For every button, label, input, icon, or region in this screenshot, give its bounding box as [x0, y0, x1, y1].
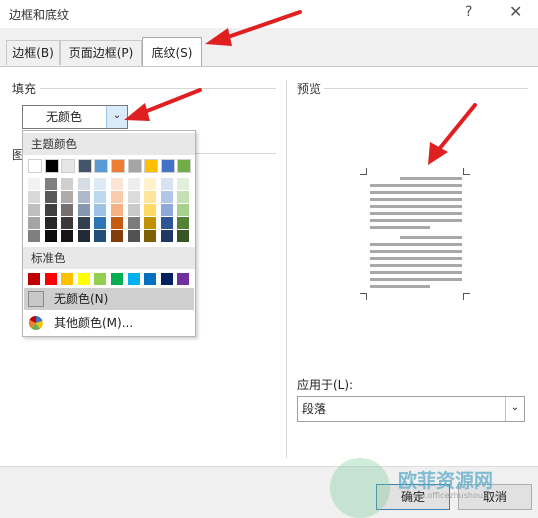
arrow-head — [124, 103, 150, 121]
arrow-head — [428, 142, 448, 165]
arrow-head — [205, 28, 232, 46]
arrow-to-shading-tab — [223, 10, 302, 40]
annotation-overlay — [124, 10, 477, 165]
arrow-to-preview — [438, 103, 477, 150]
arrow-to-dropdown — [140, 88, 202, 115]
